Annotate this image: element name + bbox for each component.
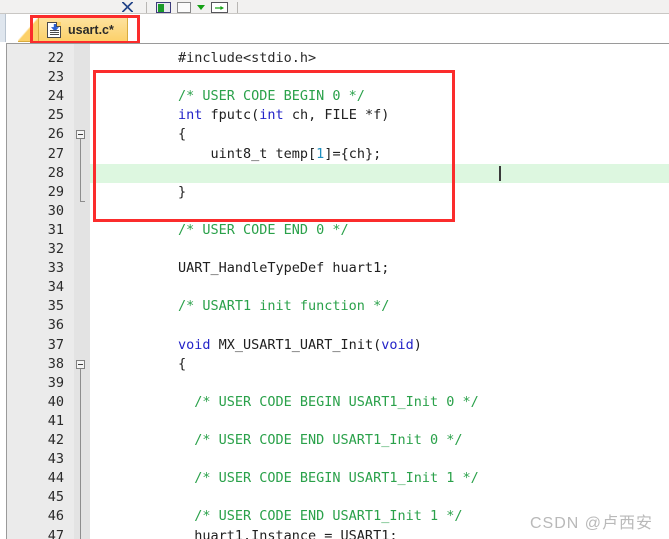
line-number: 37 bbox=[47, 336, 64, 353]
fold-collapse-icon[interactable] bbox=[76, 130, 85, 140]
line-number: 45 bbox=[47, 489, 64, 506]
code-line[interactable]: /* USER CODE BEGIN USART1_Init 0 */ bbox=[178, 393, 478, 412]
line-number: 44 bbox=[47, 470, 64, 487]
line-number: 23 bbox=[47, 69, 64, 86]
line-number: 28 bbox=[47, 164, 64, 181]
line-number: 36 bbox=[47, 317, 64, 334]
line-number: 26 bbox=[47, 126, 64, 143]
current-line-highlight bbox=[90, 163, 669, 183]
toolbar-separator bbox=[146, 2, 147, 13]
watermark: CSDN @卢西安 bbox=[529, 515, 653, 532]
code-line[interactable]: #include<stdio.h> bbox=[178, 49, 316, 68]
code-line[interactable]: UART_HandleTypeDef huart1; bbox=[178, 259, 389, 278]
c-source-file-icon bbox=[47, 21, 61, 38]
code-line[interactable]: { bbox=[178, 355, 186, 374]
tab-slope-decoration bbox=[18, 16, 40, 42]
line-number: 32 bbox=[47, 241, 64, 257]
code-line[interactable]: int fputc(int ch, FILE *f) bbox=[178, 106, 389, 125]
line-number: 43 bbox=[47, 451, 64, 468]
line-number: 46 bbox=[47, 508, 64, 525]
code-line[interactable]: /* USER CODE END 0 */ bbox=[178, 221, 349, 240]
line-number: 39 bbox=[47, 374, 64, 391]
line-number: 41 bbox=[47, 412, 64, 429]
run-to-cursor-icon[interactable] bbox=[211, 2, 228, 13]
line-number: 29 bbox=[47, 183, 64, 200]
line-number: 31 bbox=[47, 221, 64, 238]
toolbar-separator bbox=[237, 2, 238, 13]
line-number: 30 bbox=[47, 202, 64, 219]
fold-collapse-icon[interactable] bbox=[76, 359, 85, 369]
line-number: 33 bbox=[47, 260, 64, 277]
code-line[interactable]: /* USER CODE BEGIN USART1_Init 1 */ bbox=[178, 469, 478, 488]
code-folding-gutter[interactable] bbox=[74, 44, 90, 539]
code-line[interactable]: huart1.Instance = USART1; bbox=[178, 527, 397, 539]
line-number: 27 bbox=[47, 145, 64, 162]
line-number: 34 bbox=[47, 279, 64, 296]
build-target-icon[interactable] bbox=[156, 2, 171, 13]
line-number: 35 bbox=[47, 298, 64, 315]
line-number: 38 bbox=[47, 355, 64, 372]
line-number: 40 bbox=[47, 393, 64, 410]
fold-range-line bbox=[80, 139, 81, 201]
code-line[interactable]: /* USER CODE END USART1_Init 1 */ bbox=[178, 507, 462, 526]
code-line[interactable]: } bbox=[178, 183, 186, 202]
chevron-down-icon[interactable] bbox=[197, 2, 205, 13]
fold-range-end-cap bbox=[80, 200, 85, 202]
code-line[interactable]: /* USER CODE BEGIN 0 */ bbox=[178, 87, 365, 106]
code-line[interactable]: void MX_USART1_UART_Init(void) bbox=[178, 336, 422, 355]
ide-window: usart.c* #include<stdio.h> /* USER CODE B… bbox=[0, 0, 669, 539]
fold-range-line bbox=[80, 368, 81, 539]
tab-strip-left-edge bbox=[0, 14, 6, 42]
tab-usart-c[interactable]: usart.c* bbox=[38, 16, 128, 42]
code-line[interactable]: /* USART1 init function */ bbox=[178, 297, 389, 316]
line-number: 47 bbox=[47, 527, 64, 539]
line-number: 24 bbox=[47, 88, 64, 105]
code-line[interactable]: { bbox=[178, 125, 186, 144]
blank-document-icon[interactable] bbox=[177, 2, 191, 13]
toolbar bbox=[0, 0, 669, 14]
tab-label: usart.c* bbox=[68, 22, 114, 37]
code-line[interactable]: uint8_t temp[1]={ch}; bbox=[178, 145, 382, 164]
text-caret bbox=[499, 165, 501, 181]
line-number: 42 bbox=[47, 432, 64, 448]
code-editor[interactable]: #include<stdio.h> /* USER CODE BEGIN 0 */… bbox=[6, 43, 669, 539]
code-text-area[interactable]: #include<stdio.h> /* USER CODE BEGIN 0 */… bbox=[90, 44, 669, 539]
line-number: 25 bbox=[47, 107, 64, 124]
line-number: 22 bbox=[47, 50, 64, 66]
scissors-icon[interactable] bbox=[120, 1, 137, 13]
code-line[interactable]: /* USER CODE END USART1_Init 0 */ bbox=[178, 431, 462, 450]
toolbar-icon-group bbox=[120, 0, 241, 13]
